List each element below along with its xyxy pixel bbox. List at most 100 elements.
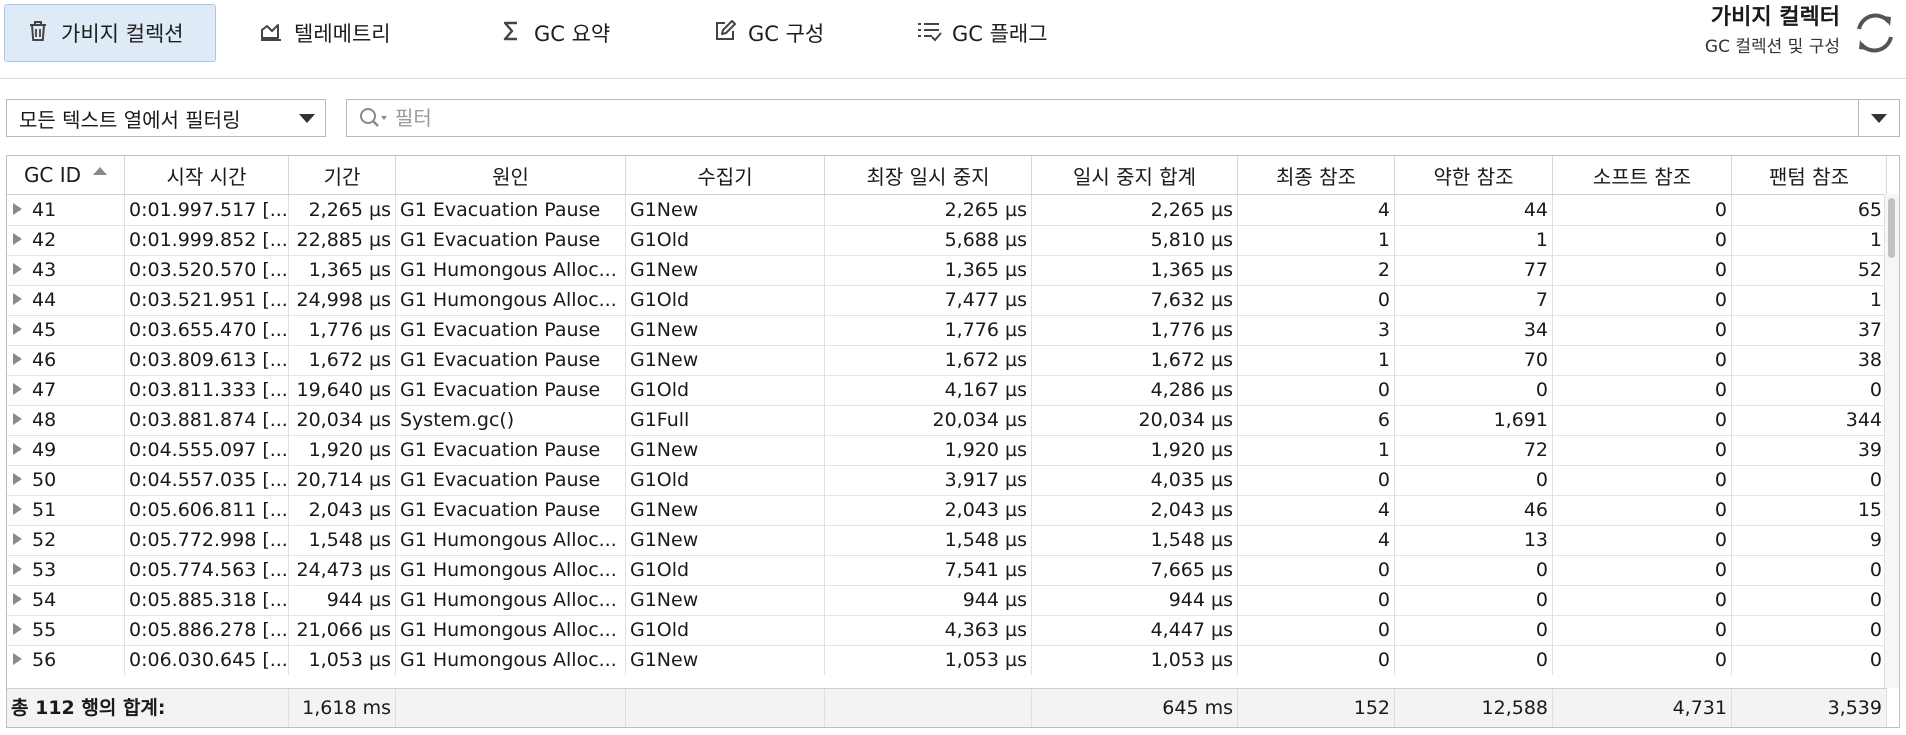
expand-arrow-icon[interactable] [13, 323, 22, 335]
table-cell: 0 [1732, 375, 1887, 405]
expand-arrow-icon[interactable] [13, 233, 22, 245]
column-header[interactable]: 원인 [396, 156, 626, 194]
tab-garbage-collection[interactable]: 가비지 컬렉션 [4, 4, 216, 62]
table-cell: 1,776 µs [289, 315, 396, 345]
cell-value: 1 [1869, 289, 1882, 311]
cell-value: 0:05.886.278 [... [129, 619, 288, 641]
column-header[interactable]: 팬텀 참조 [1732, 156, 1887, 194]
column-header[interactable]: 최종 참조 [1238, 156, 1395, 194]
filter-history-dropdown[interactable] [1858, 100, 1899, 136]
table-row[interactable]: 53 0:05.774.563 [... 24,473 µs G1 Humongous… [7, 555, 1887, 586]
cell-value: 7 [1535, 289, 1548, 311]
table-cell: 0 [1553, 345, 1732, 375]
table-cell: 5,810 µs [1032, 225, 1238, 255]
table-cell: G1New [626, 315, 825, 345]
table-row[interactable]: 44 0:03.521.951 [... 24,998 µs G1 Humongous… [7, 285, 1887, 316]
tab-gc-flags[interactable]: GC 플래그 [896, 4, 1076, 62]
table-row[interactable]: 52 0:05.772.998 [... 1,548 µs G1 Humongous … [7, 525, 1887, 556]
cell-value: 24,473 µs [296, 559, 391, 581]
expand-arrow-icon[interactable] [13, 413, 22, 425]
refresh-icon[interactable] [1850, 8, 1900, 58]
cell-value: 48 [32, 409, 57, 431]
expand-arrow-icon[interactable] [13, 443, 22, 455]
cell-value: 1,548 µs [308, 529, 391, 551]
tab-telemetry[interactable]: 텔레메트리 [238, 4, 428, 62]
table-cell: 0 [1732, 585, 1887, 615]
cell-value: 0 [1377, 289, 1390, 311]
table-cell: 0 [1395, 585, 1553, 615]
cell-value: 54 [32, 589, 57, 611]
column-header[interactable]: 수집기 [626, 156, 825, 194]
edit-icon [712, 18, 738, 49]
table-cell: G1 Humongous Alloc... [396, 615, 626, 645]
tab-gc-config[interactable]: GC 구성 [692, 4, 852, 62]
expand-arrow-icon[interactable] [13, 353, 22, 365]
cell-value: G1New [630, 529, 699, 551]
table-cell: 20,034 µs [289, 405, 396, 435]
cell-value: G1New [630, 319, 699, 341]
table-row[interactable]: 43 0:03.520.570 [... 1,365 µs G1 Humongous … [7, 255, 1887, 286]
expand-arrow-icon[interactable] [13, 593, 22, 605]
expand-arrow-icon[interactable] [13, 203, 22, 215]
scrollbar-thumb[interactable] [1888, 198, 1895, 258]
table-cell: 4,035 µs [1032, 465, 1238, 495]
filter-input[interactable] [393, 102, 1858, 134]
cell-value: 0 [1714, 349, 1727, 371]
table-row[interactable]: 47 0:03.811.333 [... 19,640 µs G1 Evacuatio… [7, 375, 1887, 406]
column-header-label: GC ID [23, 163, 82, 187]
table-row[interactable]: 42 0:01.999.852 [... 22,885 µs G1 Evacuatio… [7, 225, 1887, 256]
table-cell: 1,365 µs [825, 255, 1032, 285]
cell-value: G1Old [630, 229, 690, 251]
column-header[interactable]: 약한 참조 [1395, 156, 1553, 194]
cell-value: 4,167 µs [944, 379, 1027, 401]
expand-arrow-icon[interactable] [13, 383, 22, 395]
expand-arrow-icon[interactable] [13, 293, 22, 305]
table-row[interactable]: 51 0:05.606.811 [... 2,043 µs G1 Evacuation… [7, 495, 1887, 526]
footer-empty-cell [626, 689, 825, 727]
expand-arrow-icon[interactable] [13, 473, 22, 485]
table-row[interactable]: 49 0:04.555.097 [... 1,920 µs G1 Evacuation… [7, 435, 1887, 466]
column-header[interactable]: 최장 일시 중지 [825, 156, 1032, 194]
cell-value: 0 [1869, 559, 1882, 581]
expand-arrow-icon[interactable] [13, 623, 22, 635]
table-cell: 46 [7, 345, 125, 375]
table-cell: 37 [1732, 315, 1887, 345]
expand-arrow-icon[interactable] [13, 563, 22, 575]
table-cell: 4,167 µs [825, 375, 1032, 405]
cell-value: 1,776 µs [944, 319, 1027, 341]
filter-scope-dropdown[interactable]: 모든 텍스트 열에서 필터링 [6, 99, 326, 137]
expand-arrow-icon[interactable] [13, 263, 22, 275]
table-row[interactable]: 56 0:06.030.645 [... 1,053 µs G1 Humongous … [7, 645, 1887, 675]
table-cell: 4 [1238, 525, 1395, 555]
vertical-scrollbar[interactable] [1884, 194, 1899, 688]
table-row[interactable]: 50 0:04.557.035 [... 20,714 µs G1 Evacuatio… [7, 465, 1887, 496]
column-header-label: 약한 참조 [1433, 164, 1514, 189]
cell-value: 9 [1869, 529, 1882, 551]
table-cell: G1Old [626, 615, 825, 645]
table-row[interactable]: 46 0:03.809.613 [... 1,672 µs G1 Evacuation… [7, 345, 1887, 376]
table-cell: 0 [1553, 525, 1732, 555]
cell-value: G1 Evacuation Pause [400, 199, 601, 221]
table-row[interactable]: 54 0:05.885.318 [... 944 µs G1 Humongous Al… [7, 585, 1887, 616]
tab-gc-summary[interactable]: GC 요약 [478, 4, 638, 62]
table-cell: 5,688 µs [825, 225, 1032, 255]
table-row[interactable]: 45 0:03.655.470 [... 1,776 µs G1 Evacuation… [7, 315, 1887, 346]
search-icon[interactable] [357, 104, 393, 132]
expand-arrow-icon[interactable] [13, 503, 22, 515]
column-header[interactable]: 일시 중지 합계 [1032, 156, 1238, 194]
table-row[interactable]: 41 0:01.997.517 [... 2,265 µs G1 Evacuation… [7, 195, 1887, 226]
column-header[interactable]: GC ID [7, 156, 125, 194]
expand-arrow-icon[interactable] [13, 533, 22, 545]
column-header[interactable]: 기간 [289, 156, 396, 194]
expand-arrow-icon[interactable] [13, 653, 22, 665]
cell-value: 0 [1869, 619, 1882, 641]
column-header[interactable]: 소프트 참조 [1553, 156, 1732, 194]
column-header[interactable]: 시작 시간 [125, 156, 289, 194]
table-row[interactable]: 55 0:05.886.278 [... 21,066 µs G1 Humongous… [7, 615, 1887, 646]
table-cell: 1 [1238, 435, 1395, 465]
table-cell: 1 [1238, 345, 1395, 375]
cell-value: 0:05.772.998 [... [129, 529, 288, 551]
table-cell: 0:05.886.278 [... [125, 615, 289, 645]
cell-value: 0 [1535, 559, 1548, 581]
table-row[interactable]: 48 0:03.881.874 [... 20,034 µs System.gc() G… [7, 405, 1887, 436]
